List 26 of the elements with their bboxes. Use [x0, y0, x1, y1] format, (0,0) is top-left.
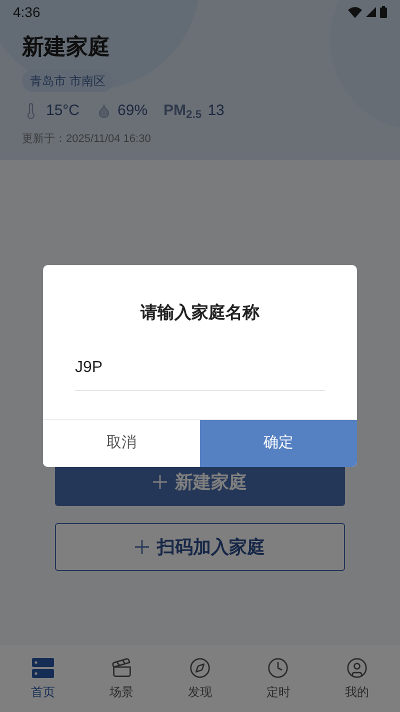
tab-item[interactable]: 场景 [92, 656, 152, 700]
page-title: 新建家庭 [22, 33, 110, 61]
scan-join-button[interactable]: 扫码加入家庭 [55, 523, 345, 571]
status-time: 4:36 [13, 2, 40, 22]
input-field[interactable]: J9P [75, 356, 325, 390]
tab-item[interactable]: 定时 [248, 656, 308, 700]
weather-value: 69% [118, 101, 148, 121]
plus-icon [153, 475, 167, 489]
confirm-button[interactable]: 确定 [200, 420, 357, 466]
signal-icon [366, 7, 376, 17]
battery-icon [380, 6, 387, 18]
weather-value: 13 [208, 101, 224, 121]
compass-icon [188, 656, 211, 678]
clapperboard-icon [110, 656, 133, 678]
pm-label: PM$_{2.5}$ [164, 101, 202, 122]
tab-item[interactable]: 发现 [170, 656, 230, 700]
tab-item[interactable]: 我的 [326, 656, 387, 700]
wifi-icon [348, 6, 362, 18]
server-icon [32, 656, 54, 678]
dialog-title: 请输入家庭名称 [139, 302, 260, 324]
tab-item[interactable]: 首页 [13, 656, 74, 700]
updated-time: 更新于：2025/11/04 16:30 [22, 132, 151, 146]
user-icon [346, 656, 368, 678]
weather-value: 15°C [46, 101, 80, 121]
clock-icon [267, 656, 290, 678]
plus-icon [135, 540, 149, 554]
